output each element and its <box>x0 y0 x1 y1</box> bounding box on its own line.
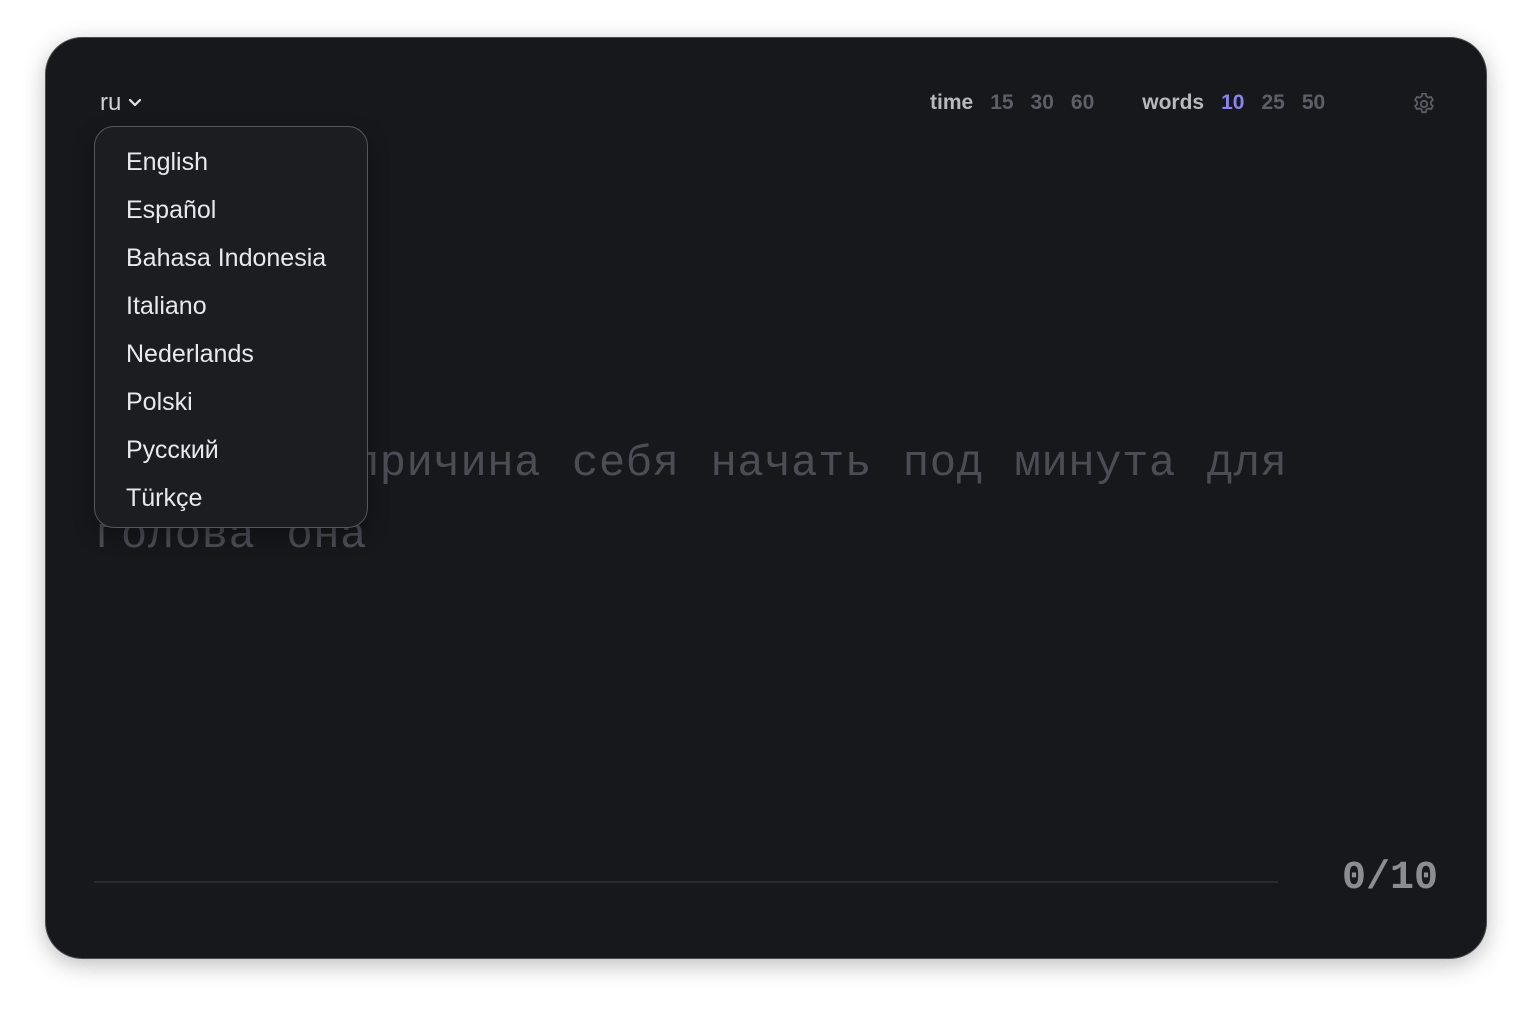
chevron-down-icon <box>127 89 143 117</box>
gear-icon[interactable] <box>1411 91 1437 117</box>
typing-test-window: ru time 15 30 60 words 10 25 50 ка причи… <box>46 38 1486 958</box>
language-dropdown-menu: English Español Bahasa Indonesia Italian… <box>94 126 368 528</box>
language-option-russian[interactable]: Русский <box>95 426 367 474</box>
progress-bar <box>94 881 1278 883</box>
words-option-50[interactable]: 50 <box>1302 91 1325 115</box>
language-option-turkce[interactable]: Türkçe <box>95 474 367 522</box>
time-option-60[interactable]: 60 <box>1071 91 1094 115</box>
time-mode-label[interactable]: time <box>930 91 973 115</box>
time-option-30[interactable]: 30 <box>1031 91 1054 115</box>
word-counter: 0/10 <box>1341 856 1438 901</box>
words-option-10[interactable]: 10 <box>1221 91 1244 115</box>
language-option-italiano[interactable]: Italiano <box>95 282 367 330</box>
language-selector[interactable]: ru <box>100 86 143 120</box>
language-option-english[interactable]: English <box>95 138 367 186</box>
time-mode-group: time 15 30 60 <box>930 91 1094 115</box>
words-mode-group: words 10 25 50 <box>1142 91 1325 115</box>
time-option-15[interactable]: 15 <box>990 91 1013 115</box>
current-language-label: ru <box>100 89 122 116</box>
language-option-nederlands[interactable]: Nederlands <box>95 330 367 378</box>
language-option-polski[interactable]: Polski <box>95 378 367 426</box>
words-mode-label[interactable]: words <box>1142 91 1204 115</box>
words-option-25[interactable]: 25 <box>1261 91 1284 115</box>
language-option-bahasa-indonesia[interactable]: Bahasa Indonesia <box>95 234 367 282</box>
language-option-espanol[interactable]: Español <box>95 186 367 234</box>
mode-bar: time 15 30 60 words 10 25 50 <box>930 88 1325 118</box>
